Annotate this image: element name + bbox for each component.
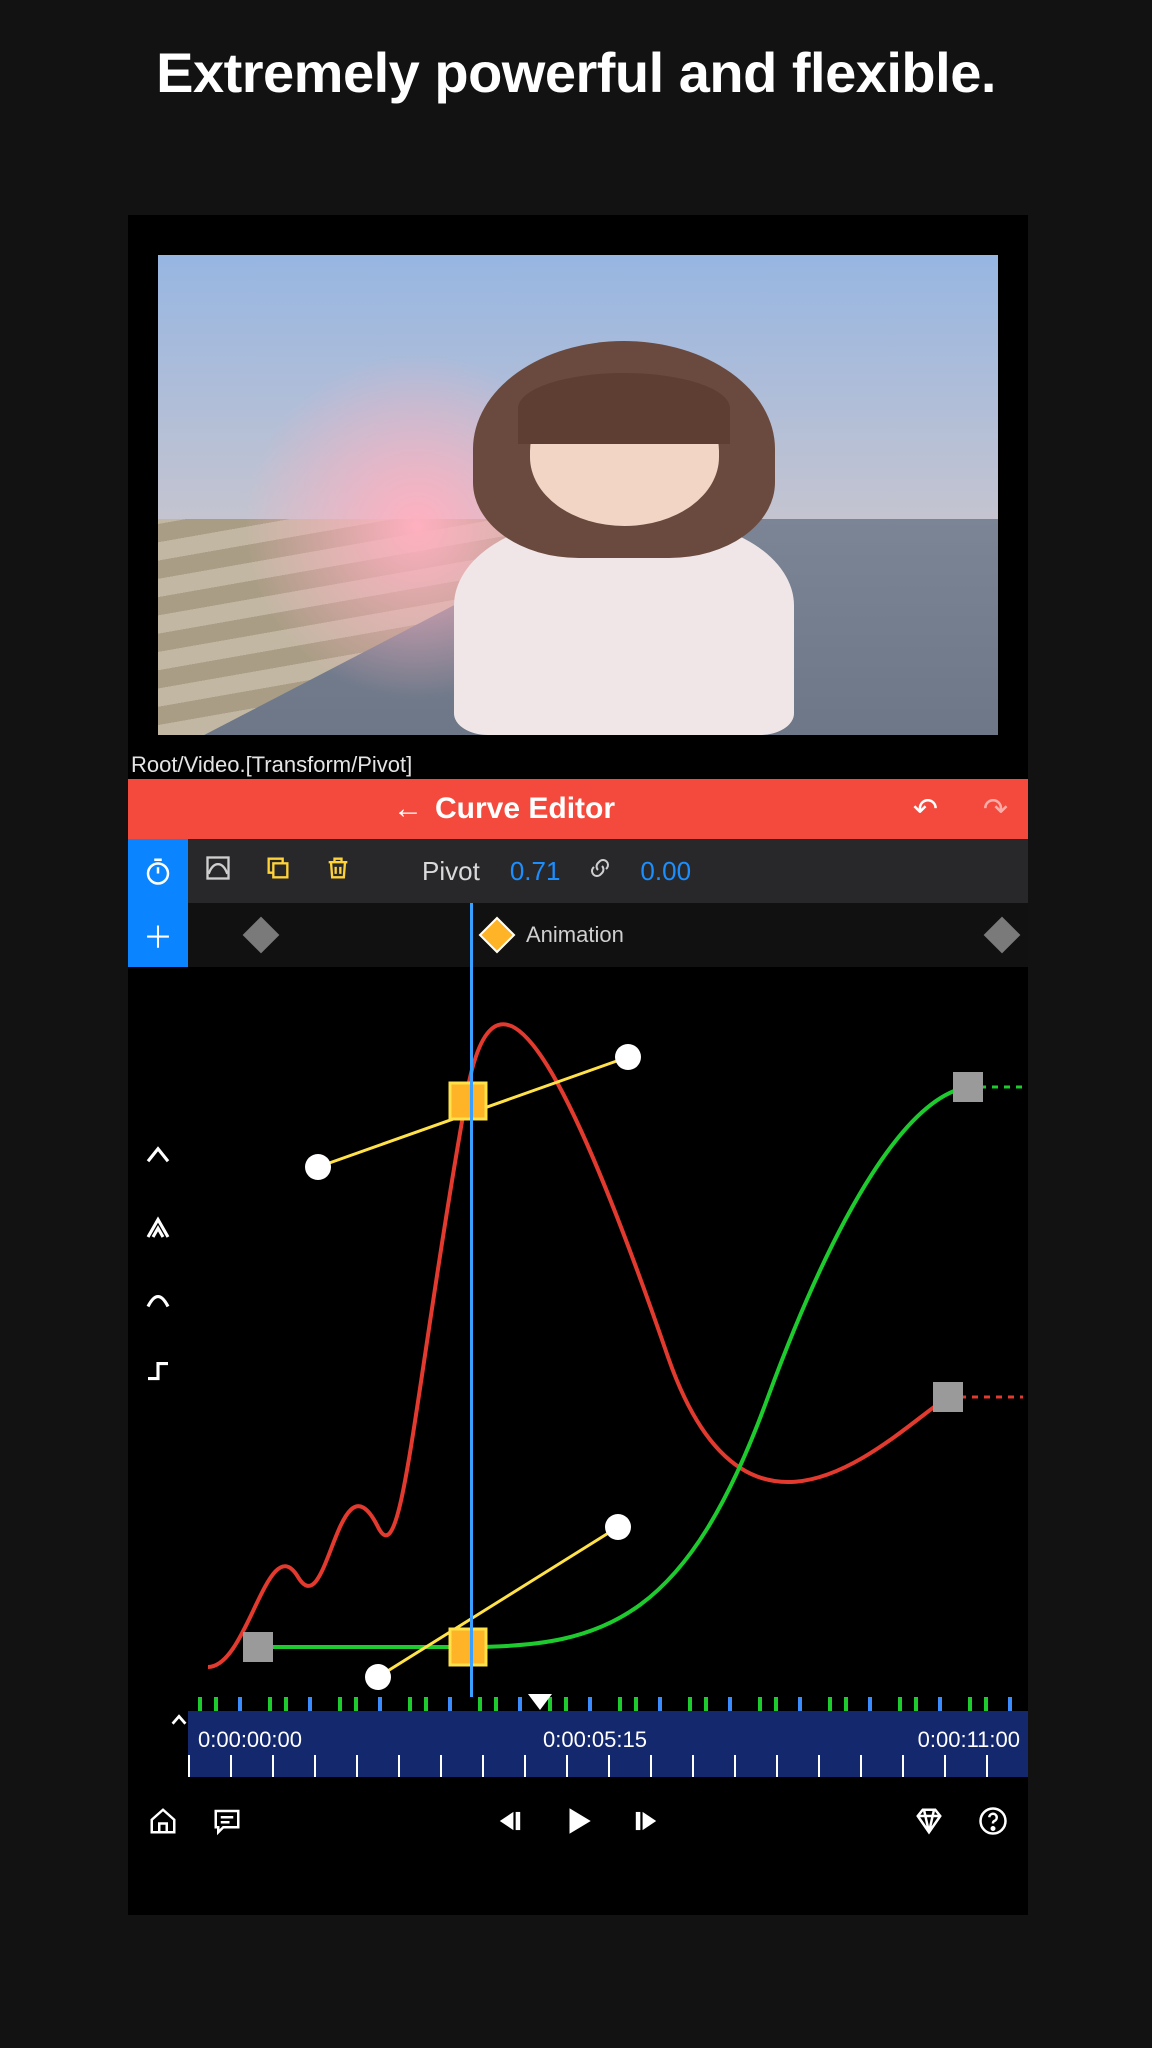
step-forward-button[interactable]: [629, 1806, 663, 1844]
keyframe-marker[interactable]: [243, 917, 280, 954]
playhead-indicator[interactable]: [528, 1694, 552, 1710]
toolbar: Pivot 0.71 0.00: [128, 839, 1028, 903]
curve-view-button[interactable]: [188, 854, 248, 889]
property-label: Pivot: [422, 856, 480, 887]
transport-bar: [128, 1790, 1028, 1860]
link-icon: [588, 856, 612, 880]
ease-tools: [128, 967, 188, 1697]
diamond-icon: [914, 1806, 944, 1836]
redo-button[interactable]: ↷: [983, 792, 1008, 827]
keyframe-marker-selected[interactable]: [479, 917, 516, 954]
step-back-button[interactable]: [493, 1806, 527, 1844]
play-button[interactable]: [561, 1804, 595, 1846]
trash-icon: [324, 854, 352, 882]
help-icon: [978, 1806, 1008, 1836]
time-ruler[interactable]: 0:00:00:00 0:00:05:15 0:00:11:00: [188, 1697, 1028, 1777]
home-icon: [148, 1806, 178, 1836]
curve-icon: [204, 854, 232, 882]
play-icon: [561, 1804, 595, 1838]
comment-icon: [212, 1806, 242, 1836]
stopwatch-icon: [143, 856, 173, 886]
ruler-collapse-button[interactable]: [168, 1709, 190, 1737]
step-icon: [143, 1356, 173, 1386]
headline: Extremely powerful and flexible.: [0, 0, 1152, 105]
app-frame: Root/Video.[Transform/Pivot] ← Curve Edi…: [128, 215, 1028, 1915]
curves-svg: [188, 967, 1028, 1697]
home-button[interactable]: [148, 1806, 178, 1844]
ease-peak-button[interactable]: [140, 1209, 176, 1245]
help-button[interactable]: [978, 1806, 1008, 1844]
arc-icon: [143, 1284, 173, 1314]
copy-icon: [264, 854, 292, 882]
property-path: Root/Video.[Transform/Pivot]: [131, 752, 412, 778]
keyframe-marker[interactable]: [983, 917, 1020, 954]
ease-step-button[interactable]: [140, 1353, 176, 1389]
delete-button[interactable]: [308, 854, 368, 889]
undo-button[interactable]: ↶: [913, 792, 938, 827]
back-button[interactable]: ←: [393, 792, 423, 826]
stopwatch-button[interactable]: [128, 839, 188, 903]
value-1[interactable]: 0.71: [510, 856, 561, 887]
ease-linear-button[interactable]: [140, 1137, 176, 1173]
add-keyframe-button[interactable]: ＋: [128, 903, 188, 967]
editor-title: Curve Editor: [435, 792, 615, 826]
step-forward-icon: [629, 1806, 663, 1836]
keyframe-row: ＋ Animation: [128, 903, 1028, 967]
caret-up-icon: [143, 1140, 173, 1170]
animation-label: Animation: [526, 922, 624, 948]
editor-header: ← Curve Editor ↶ ↷: [128, 779, 1028, 839]
chevron-up-icon: [168, 1709, 190, 1731]
comment-button[interactable]: [212, 1806, 242, 1844]
copy-button[interactable]: [248, 854, 308, 889]
peak-icon: [143, 1212, 173, 1242]
time-current: 0:00:05:15: [543, 1727, 647, 1753]
ease-curve-button[interactable]: [140, 1281, 176, 1317]
video-preview[interactable]: [158, 255, 998, 735]
playhead[interactable]: [470, 903, 473, 1697]
time-start: 0:00:00:00: [198, 1727, 302, 1753]
premium-button[interactable]: [914, 1806, 944, 1844]
playhead-triangle-icon: [528, 1694, 552, 1710]
curve-canvas[interactable]: [188, 967, 1028, 1697]
link-button[interactable]: [588, 856, 612, 887]
time-end: 0:00:11:00: [918, 1727, 1020, 1753]
step-back-icon: [493, 1806, 527, 1836]
value-2[interactable]: 0.00: [640, 856, 691, 887]
